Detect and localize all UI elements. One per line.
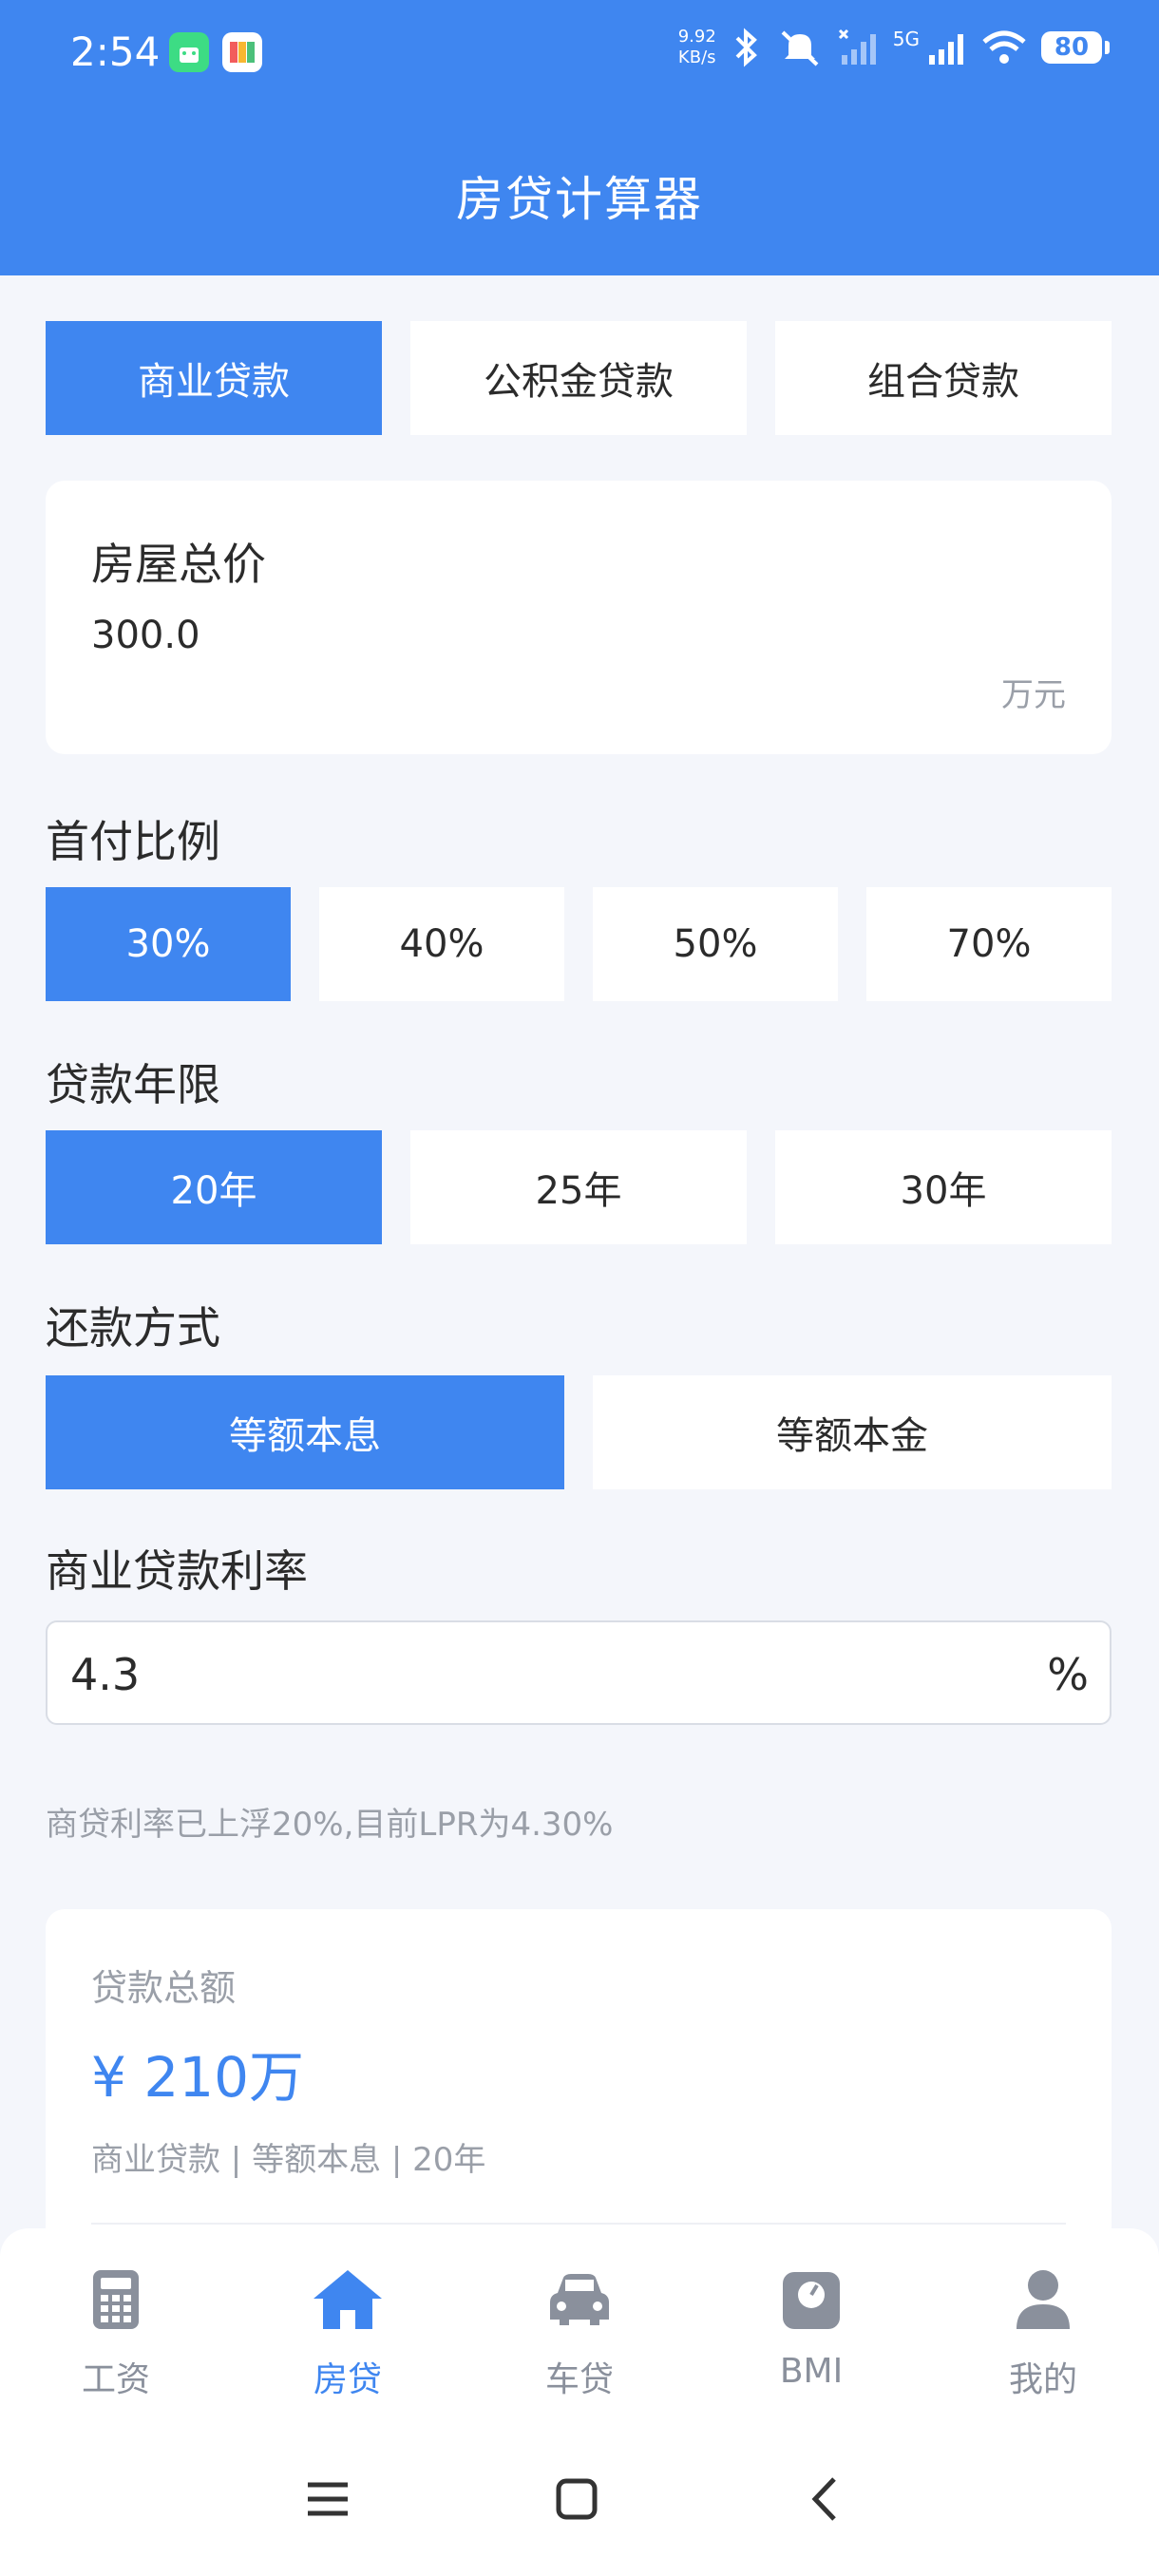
house-price-input[interactable]: 300.0 — [91, 614, 946, 657]
down-payment-50[interactable]: 50% — [593, 887, 838, 1001]
house-price-card: 房屋总价 300.0 万元 — [46, 481, 1112, 754]
down-payment-70[interactable]: 70% — [866, 887, 1112, 1001]
down-payment-30[interactable]: 30% — [46, 887, 291, 1001]
tab-bmi-label: BMI — [779, 2352, 844, 2391]
home-icon — [314, 2270, 382, 2329]
repayment-label: 还款方式 — [46, 1302, 220, 1354]
loan-term-30[interactable]: 30年 — [775, 1130, 1112, 1244]
loan-type-combined[interactable]: 组合贷款 — [775, 321, 1112, 435]
tab-mortgage[interactable]: 房贷 — [253, 2268, 443, 2401]
loan-type-provident-fund[interactable]: 公积金贷款 — [410, 321, 747, 435]
menu-icon[interactable] — [306, 2477, 350, 2521]
tab-mine-label: 我的 — [1008, 2360, 1077, 2399]
app-header: 2:54 9.92 KB/s 5G 80 房贷计算器 — [0, 0, 1159, 275]
loan-term-20[interactable]: 20年 — [46, 1130, 382, 1244]
wifi-icon — [982, 30, 1026, 64]
loan-term-label: 贷款年限 — [46, 1059, 220, 1110]
tab-car-loan-label: 车贷 — [544, 2360, 614, 2399]
house-price-unit: 万元 — [1001, 676, 1066, 714]
signal-strong-icon — [929, 34, 963, 65]
colorful-app-icon — [222, 32, 262, 72]
result-divider — [91, 2223, 1066, 2225]
down-payment-40[interactable]: 40% — [319, 887, 564, 1001]
status-icons: 9.92 KB/s 5G 80 — [677, 27, 1110, 68]
tab-salary-label: 工资 — [81, 2360, 150, 2399]
repayment-equal-installment[interactable]: 等额本息 — [46, 1375, 564, 1489]
loan-total-label: 贷款总额 — [91, 1967, 237, 2009]
net-speed: 9.92 KB/s — [677, 27, 716, 67]
signal-weak-icon — [838, 28, 876, 65]
rate-input[interactable]: 4.3 % — [46, 1620, 1112, 1725]
page-title: 房贷计算器 — [456, 172, 703, 227]
loan-term-25[interactable]: 25年 — [410, 1130, 747, 1244]
mute-icon — [781, 30, 819, 66]
network-type: 5G — [892, 28, 920, 50]
back-icon[interactable] — [804, 2477, 847, 2521]
bluetooth-icon — [735, 28, 757, 67]
rate-unit: % — [1047, 1649, 1089, 1700]
tab-bmi[interactable]: BMI — [716, 2268, 906, 2391]
car-icon — [550, 2274, 609, 2325]
bottom-tab-bar: 工资 房贷 车贷 BMI 我的 — [0, 2228, 1159, 2576]
user-icon — [1016, 2270, 1070, 2329]
tab-car-loan[interactable]: 车贷 — [484, 2268, 674, 2401]
rate-label: 商业贷款利率 — [46, 1545, 308, 1597]
calculator-icon — [93, 2270, 139, 2329]
repayment-equal-principal[interactable]: 等额本金 — [593, 1375, 1112, 1489]
battery-indicator: 80 — [1041, 31, 1110, 64]
loan-total-amount: ¥ 210万 — [91, 2045, 305, 2110]
house-price-label: 房屋总价 — [91, 539, 266, 590]
scale-icon — [783, 2272, 840, 2329]
down-payment-label: 首付比例 — [46, 816, 220, 867]
home-square-icon[interactable] — [555, 2477, 598, 2521]
tab-mortgage-label: 房贷 — [313, 2360, 382, 2399]
rate-hint: 商贷利率已上浮20%,目前LPR为4.30% — [46, 1806, 614, 1844]
rate-value: 4.3 — [70, 1649, 141, 1700]
tab-salary[interactable]: 工资 — [21, 2268, 211, 2401]
tab-mine[interactable]: 我的 — [948, 2268, 1138, 2401]
android-app-icon — [169, 32, 209, 72]
status-time: 2:54 — [70, 28, 161, 75]
loan-type-commercial[interactable]: 商业贷款 — [46, 321, 382, 435]
loan-summary: 商业贷款 | 等额本息 | 20年 — [91, 2141, 486, 2179]
